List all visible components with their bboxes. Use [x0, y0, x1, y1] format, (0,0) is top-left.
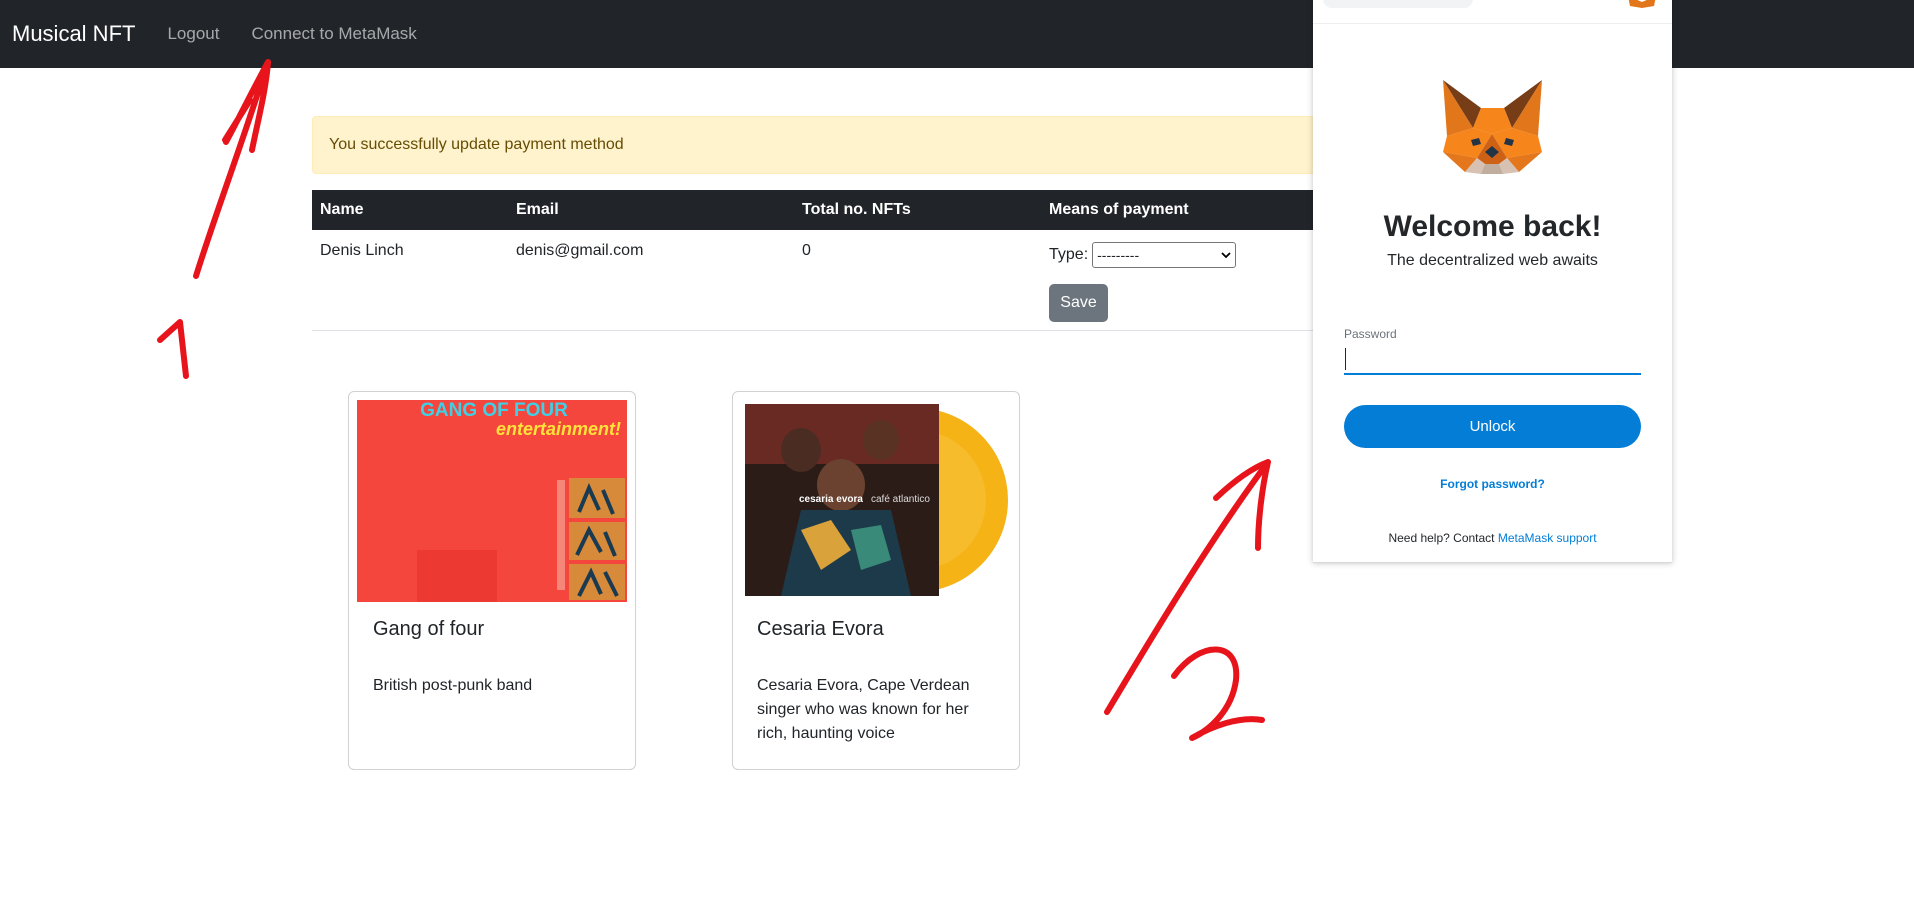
- metamask-fox-icon: [1443, 80, 1542, 174]
- help-text-prefix: Need help? Contact: [1388, 531, 1498, 545]
- card-title: Cesaria Evora: [757, 618, 884, 640]
- cover-artist-text: cesaria evora: [799, 494, 863, 505]
- cover-album-text: café atlantico: [871, 494, 930, 505]
- cover-subtitle-text: entertainment!: [496, 419, 621, 439]
- user-info-table: Name Email Total no. NFTs Means of payme…: [312, 190, 1322, 331]
- password-input[interactable]: [1344, 345, 1641, 375]
- album-cover-image: cesaria evora café atlantico: [741, 400, 1011, 602]
- table-row: Denis Linch denis@gmail.com 0 Type: ----…: [312, 230, 1322, 331]
- metamask-small-logo-icon: [1628, 0, 1656, 8]
- metamask-popup: Welcome back! The decentralized web awai…: [1313, 0, 1672, 563]
- table-header-row: Name Email Total no. NFTs Means of payme…: [312, 190, 1322, 230]
- save-button[interactable]: Save: [1049, 284, 1108, 322]
- password-label: Password: [1344, 327, 1397, 341]
- gang-of-four-cover-art: GANG OF FOUR entertainment!: [357, 400, 627, 602]
- help-text: Need help? Contact MetaMask support: [1313, 531, 1672, 545]
- card-title: Gang of four: [373, 618, 485, 640]
- brand-logo-text[interactable]: Musical NFT: [12, 21, 135, 47]
- payment-type-selected-value: ---------: [1097, 247, 1140, 263]
- annotation-number-2: [1171, 646, 1265, 741]
- cell-total-nfts: 0: [794, 230, 1041, 331]
- success-alert: You successfully update payment method: [312, 116, 1322, 174]
- column-header-email: Email: [508, 190, 794, 230]
- network-selector[interactable]: [1323, 0, 1473, 8]
- alert-message: You successfully update payment method: [329, 136, 624, 153]
- column-header-total-nfts: Total no. NFTs: [794, 190, 1041, 230]
- column-header-payment: Means of payment: [1041, 190, 1322, 230]
- cesaria-evora-cover-art: cesaria evora café atlantico: [745, 404, 1008, 596]
- text-caret: [1345, 348, 1346, 370]
- welcome-subtitle: The decentralized web awaits: [1387, 252, 1598, 269]
- nft-card-cesaria-evora[interactable]: cesaria evora café atlantico Cesaria Evo…: [732, 391, 1020, 770]
- annotation-number-1: [157, 319, 189, 379]
- annotation-arrow-1: [193, 59, 271, 279]
- cell-name: Denis Linch: [312, 230, 508, 331]
- nft-card-gang-of-four[interactable]: GANG OF FOUR entertainment! Gang of four…: [348, 391, 636, 770]
- metamask-header-bar: [1313, 0, 1672, 24]
- card-description: British post-punk band: [373, 677, 533, 694]
- unlock-button[interactable]: Unlock: [1344, 405, 1641, 448]
- cell-payment: Type: --------- Save: [1041, 230, 1322, 331]
- chevron-down-icon: [1221, 252, 1231, 259]
- payment-type-row: Type: ---------: [1049, 242, 1314, 268]
- annotation-arrow-2: [1104, 459, 1271, 715]
- cover-title-text: GANG OF FOUR: [420, 400, 568, 421]
- column-header-name: Name: [312, 190, 508, 230]
- album-cover-image: GANG OF FOUR entertainment!: [357, 400, 627, 602]
- type-label: Type:: [1049, 246, 1089, 263]
- forgot-password-link[interactable]: Forgot password?: [1313, 477, 1672, 491]
- logout-link[interactable]: Logout: [167, 24, 219, 44]
- metamask-support-link[interactable]: MetaMask support: [1498, 531, 1597, 545]
- connect-metamask-link[interactable]: Connect to MetaMask: [251, 24, 416, 44]
- welcome-heading: Welcome back!: [1383, 210, 1602, 243]
- payment-type-select[interactable]: ---------: [1092, 242, 1237, 268]
- card-description: Cesaria Evora, Cape Verdean singer who w…: [757, 677, 970, 742]
- cell-email: denis@gmail.com: [508, 230, 794, 331]
